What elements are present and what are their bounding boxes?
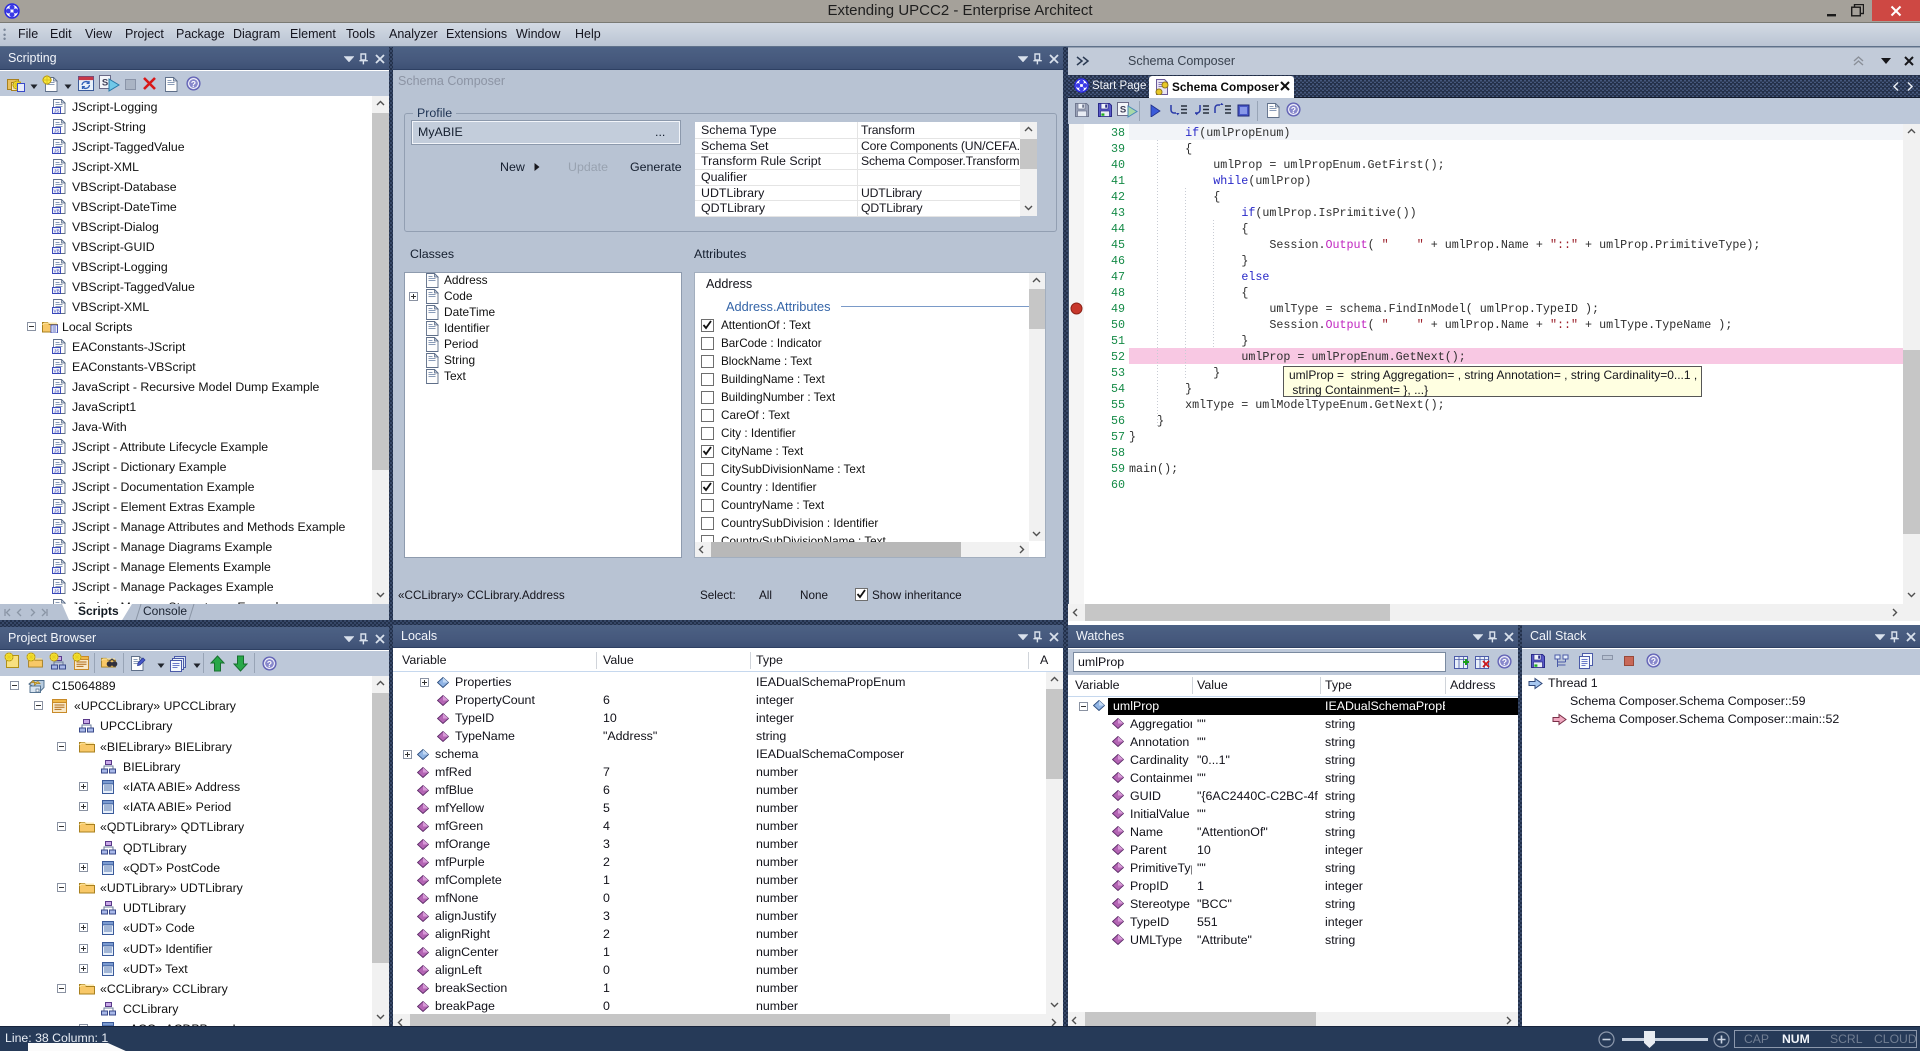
- svg-text:VB: VB: [54, 368, 60, 373]
- svg-text:JS: JS: [54, 148, 59, 153]
- svg-text:Ja: Ja: [54, 428, 59, 433]
- svg-text:JS: JS: [54, 448, 59, 453]
- svg-text:JS: JS: [54, 588, 59, 593]
- svg-text:VB: VB: [54, 308, 60, 313]
- svg-text:JS: JS: [54, 488, 59, 493]
- svg-text:Ja: Ja: [54, 388, 59, 393]
- svg-text:VB: VB: [54, 268, 60, 273]
- svg-text:VB: VB: [54, 248, 60, 253]
- svg-text:?: ?: [1651, 656, 1656, 666]
- svg-text:VB: VB: [54, 228, 60, 233]
- svg-text:?: ?: [191, 79, 196, 89]
- svg-text:JS: JS: [54, 528, 59, 533]
- svg-text:JS: JS: [54, 348, 59, 353]
- svg-text:VB: VB: [54, 288, 60, 293]
- svg-text:?: ?: [267, 659, 272, 669]
- svg-text:?: ?: [1502, 657, 1507, 667]
- svg-text:JS: JS: [54, 568, 59, 573]
- svg-text:JS: JS: [54, 168, 59, 173]
- svg-text:VB: VB: [54, 188, 60, 193]
- svg-text:JS: JS: [54, 108, 59, 113]
- svg-text:?: ?: [1291, 105, 1296, 115]
- svg-text:JS: JS: [54, 508, 59, 513]
- svg-text:JS: JS: [54, 468, 59, 473]
- svg-text:VB: VB: [54, 208, 60, 213]
- svg-text:JS: JS: [54, 128, 59, 133]
- svg-text:JS: JS: [54, 548, 59, 553]
- svg-text:Ja: Ja: [54, 408, 59, 413]
